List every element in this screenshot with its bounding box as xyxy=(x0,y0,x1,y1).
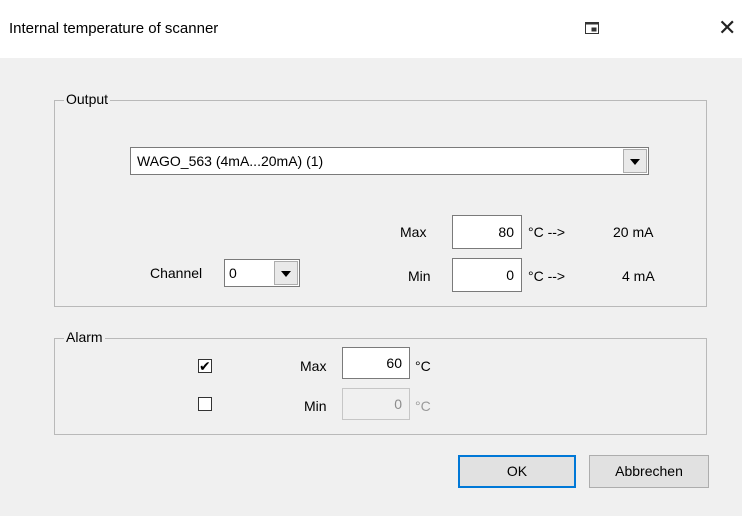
close-icon[interactable]: ✕ xyxy=(718,14,736,42)
alarm-min-checkbox[interactable] xyxy=(198,397,212,411)
device-select-value: WAGO_563 (4mA...20mA) (1) xyxy=(137,153,324,169)
chevron-down-icon xyxy=(281,271,291,277)
output-max-unit: °C --> xyxy=(528,224,566,240)
alarm-max-unit: °C xyxy=(415,358,431,374)
chevron-down-icon xyxy=(630,159,640,165)
channel-select-dropdown-button[interactable] xyxy=(274,261,298,285)
device-select[interactable]: WAGO_563 (4mA...20mA) (1) xyxy=(130,147,649,175)
alarm-min-label: Min xyxy=(304,398,327,414)
window-title: Internal temperature of scanner xyxy=(9,20,219,37)
alarm-max-input[interactable]: 60 xyxy=(342,347,410,379)
output-min-unit: °C --> xyxy=(528,268,566,284)
channel-label: Channel xyxy=(150,265,203,281)
alarm-max-label: Max xyxy=(300,358,327,374)
checkmark-icon: ✔ xyxy=(199,358,211,374)
output-min-label: Min xyxy=(408,268,431,284)
output-max-ma: 20 mA xyxy=(613,224,654,240)
output-max-label: Max xyxy=(400,224,427,240)
output-max-input[interactable]: 80 xyxy=(452,215,522,249)
alarm-group-label: Alarm xyxy=(64,329,105,345)
alarm-min-input: 0 xyxy=(342,388,410,420)
alarm-max-checkbox[interactable]: ✔ xyxy=(198,358,212,374)
ok-button[interactable]: OK xyxy=(458,455,576,488)
title-bar: Internal temperature of scanner ✕ xyxy=(0,0,742,58)
channel-select[interactable]: 0 xyxy=(224,259,300,287)
output-min-ma: 4 mA xyxy=(622,268,655,284)
output-min-input[interactable]: 0 xyxy=(452,258,522,292)
channel-select-value: 0 xyxy=(229,265,237,281)
cancel-button[interactable]: Abbrechen xyxy=(589,455,709,488)
output-group-label: Output xyxy=(64,91,111,107)
device-select-dropdown-button[interactable] xyxy=(623,149,647,173)
alarm-min-unit: °C xyxy=(415,398,431,414)
restore-window-icon[interactable] xyxy=(585,22,599,34)
